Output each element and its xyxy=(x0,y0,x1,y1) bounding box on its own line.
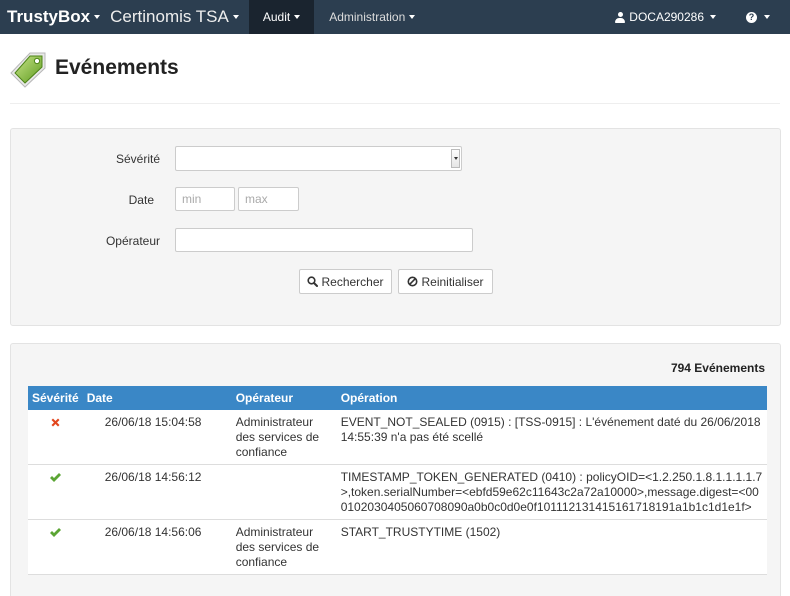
column-header-operation[interactable]: Opération xyxy=(336,386,767,410)
filter-panel: Sévérité Date Opérateur Rechercher Reini… xyxy=(10,128,781,326)
column-header-severity[interactable]: Sévérité xyxy=(28,386,83,410)
caret-down-icon xyxy=(294,15,301,19)
error-x-icon xyxy=(51,418,60,427)
tag-icon xyxy=(10,52,46,88)
severity-select[interactable] xyxy=(175,146,462,171)
operation-cell: EVENT_NOT_SEALED (0915) : [TSS-0915] : L… xyxy=(336,410,767,465)
operator-label: Opérateur xyxy=(105,234,160,248)
operator-cell: Administrateur des services de confiance xyxy=(231,519,337,575)
select-arrow-icon xyxy=(451,149,460,168)
help-icon: ? xyxy=(746,11,757,23)
nav-audit-label: Audit xyxy=(262,10,291,24)
operation-cell: TIMESTAMP_TOKEN_GENERATED (0410) : polic… xyxy=(336,464,767,520)
operator-cell: Administrateur des services de confiance xyxy=(231,410,337,465)
nav-right: DOCA290286 ? xyxy=(605,0,790,34)
help-menu[interactable]: ? xyxy=(736,0,790,34)
page-title: Evénements xyxy=(55,56,179,79)
operation-cell: START_TRUSTYTIME (1502) xyxy=(336,519,767,575)
operator-cell xyxy=(231,464,337,520)
nav-audit[interactable]: Audit xyxy=(248,0,315,34)
user-name: DOCA290286 xyxy=(629,10,704,24)
brand-name: TrustyBox xyxy=(7,7,91,26)
search-button-label: Rechercher xyxy=(321,274,384,289)
success-check-icon xyxy=(50,528,62,537)
table-row[interactable]: 26/06/18 14:56:06 Administrateur des ser… xyxy=(28,519,767,575)
caret-down-icon xyxy=(764,15,770,19)
product-menu[interactable]: Certinomis TSA xyxy=(100,7,239,27)
date-cell: 26/06/18 14:56:12 xyxy=(82,464,232,520)
column-header-operator[interactable]: Opérateur xyxy=(231,386,337,410)
severity-cell xyxy=(28,410,83,465)
severity-cell xyxy=(28,519,83,575)
page-header: Evénements xyxy=(10,48,780,104)
event-count: 794 Evénements xyxy=(670,361,765,375)
product-name: Certinomis TSA xyxy=(110,7,229,26)
column-header-date[interactable]: Date xyxy=(82,386,232,410)
severity-label: Sévérité xyxy=(115,152,160,166)
nav-administration-label: Administration xyxy=(329,10,406,24)
date-label: Date xyxy=(128,193,154,207)
caret-down-icon xyxy=(232,15,239,19)
reset-button-label: Reinitialiser xyxy=(421,274,484,289)
user-menu[interactable]: DOCA290286 xyxy=(605,0,736,34)
date-min-input[interactable] xyxy=(175,187,235,211)
date-cell: 26/06/18 14:56:06 xyxy=(82,519,232,575)
events-table: Sévérité Date Opérateur Opération 26/06/… xyxy=(28,386,767,575)
operator-input[interactable] xyxy=(175,228,473,252)
date-max-input[interactable] xyxy=(238,187,299,211)
ban-icon xyxy=(407,276,418,287)
caret-down-icon xyxy=(710,15,716,19)
success-check-icon xyxy=(50,473,62,482)
caret-down-icon xyxy=(409,15,416,19)
search-icon xyxy=(307,276,319,287)
date-cell: 26/06/18 15:04:58 xyxy=(82,410,232,465)
results-panel: 794 Evénements Sévérité Date Opérateur O… xyxy=(10,343,781,596)
table-header-row: Sévérité Date Opérateur Opération xyxy=(28,386,767,410)
user-icon xyxy=(615,12,626,23)
reset-button[interactable]: Reinitialiser xyxy=(398,269,493,294)
top-navbar: TrustyBox Certinomis TSA Audit Administr… xyxy=(0,0,790,34)
severity-cell xyxy=(28,464,83,520)
nav-administration[interactable]: Administration xyxy=(314,0,430,34)
table-row[interactable]: 26/06/18 15:04:58 Administrateur des ser… xyxy=(28,410,767,465)
table-row[interactable]: 26/06/18 14:56:12 TIMESTAMP_TOKEN_GENERA… xyxy=(28,464,767,520)
search-button[interactable]: Rechercher xyxy=(299,269,392,294)
brand-menu[interactable]: TrustyBox xyxy=(0,7,101,27)
